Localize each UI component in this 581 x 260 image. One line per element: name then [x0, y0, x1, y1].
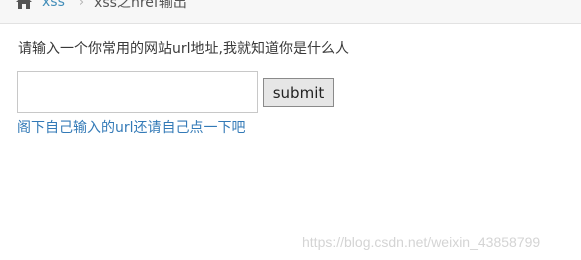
- watermark: https://blog.csdn.net/weixin_43858799: [302, 234, 541, 250]
- prompt-text: 请输入一个你常用的网站url地址,我就知道你是什么人: [18, 41, 349, 57]
- breadcrumb: xss › xss之href输出: [16, 0, 187, 13]
- breadcrumb-current: xss之href输出: [94, 0, 187, 11]
- url-input[interactable]: [17, 71, 258, 113]
- chevron-right-icon: ›: [78, 0, 85, 10]
- home-icon[interactable]: [16, 0, 32, 9]
- url-hint-link[interactable]: 阁下自己输入的url还请自己点一下吧: [17, 117, 246, 137]
- submit-button[interactable]: submit: [263, 78, 334, 107]
- breadcrumb-link-xss[interactable]: xss: [42, 0, 65, 10]
- breadcrumb-bar: xss › xss之href输出: [0, 0, 581, 24]
